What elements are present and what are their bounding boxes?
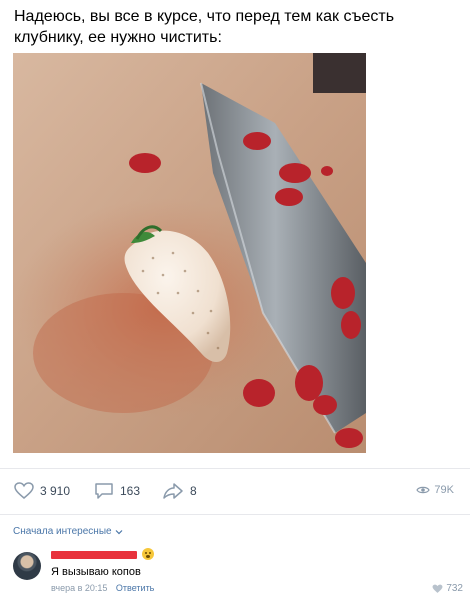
emoji-icon [142,548,154,560]
like-button[interactable]: 3 910 [14,482,70,500]
divider-top [0,468,470,469]
share-button[interactable]: 8 [162,482,197,500]
post-text: Надеюсь, вы все в курсе, что перед тем к… [14,8,395,46]
share-icon [163,483,183,499]
comment-meta: вчера в 20:15 Ответить [51,583,154,593]
peeled-strawberry-photo [13,53,366,453]
comment-button[interactable]: 163 [94,482,140,500]
comment-like-count: 732 [446,583,463,594]
comments-sort-dropdown[interactable]: Сначала интересные [13,526,123,537]
redacted-author-name [51,551,137,559]
sort-label: Сначала интересные [13,526,112,537]
views-count: 79K [434,484,454,496]
divider-bottom [0,514,470,515]
post-photo[interactable] [13,53,366,453]
comment-text: Я вызываю копов [51,566,141,578]
comment-time[interactable]: вчера в 20:15 [51,583,107,593]
comment-count: 163 [120,484,141,498]
like-count: 3 910 [40,484,71,498]
post-actions: 3 910 163 8 79K [0,474,470,508]
comment-like-button[interactable]: 732 [432,583,463,594]
heart-icon [14,482,34,499]
share-count: 8 [190,484,197,498]
heart-icon [432,584,443,593]
eye-icon [416,486,431,494]
comment-item: Я вызываю копов вчера в 20:15 Ответить 7… [13,548,463,598]
chevron-down-icon [115,529,123,534]
views-counter: 79K [416,484,454,496]
comment-icon [95,483,113,499]
avatar[interactable] [13,552,41,580]
reply-link[interactable]: Ответить [116,583,154,593]
